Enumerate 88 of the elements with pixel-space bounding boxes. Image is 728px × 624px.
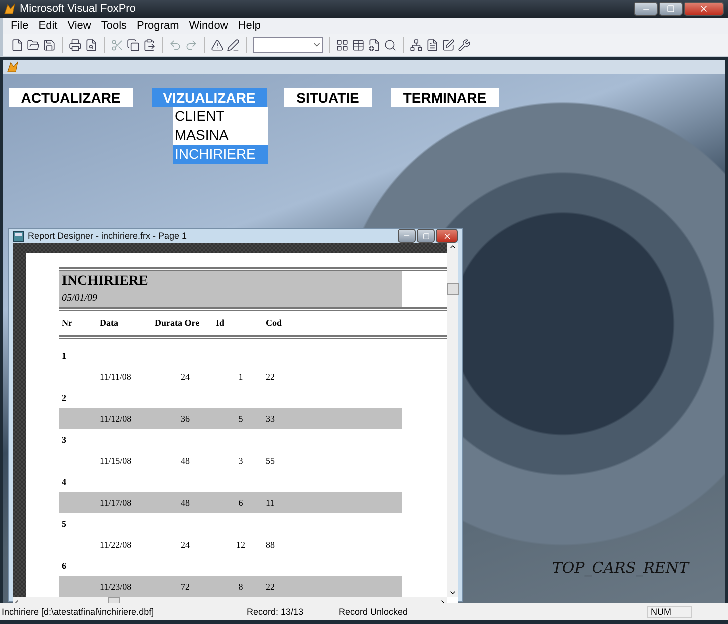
- table-icon[interactable]: [352, 38, 365, 52]
- table-cell-text: 48: [180, 498, 191, 508]
- scroll-down-icon[interactable]: [448, 589, 456, 597]
- status-file: Inchiriere [d:\atestatfinal\inchiriere.dbf]: [1, 606, 156, 616]
- table-cell-text: 11/22/08: [100, 540, 133, 550]
- table-cell-text: 11/11/08: [100, 372, 132, 382]
- minimize-button[interactable]: [398, 229, 416, 243]
- exclamation-icon[interactable]: [211, 38, 224, 52]
- report-icon: [13, 230, 24, 242]
- menu-item[interactable]: Help: [233, 20, 266, 32]
- table-cell-text: 11: [266, 498, 276, 508]
- table-cell-text: 11/12/08: [100, 414, 133, 424]
- table-cell-text: 36: [180, 414, 191, 424]
- brand-text: TOP_CARS_RENT: [552, 559, 689, 577]
- column-header: Cod: [266, 318, 284, 328]
- search-icon[interactable]: [384, 38, 397, 52]
- report-date: 05/01/09: [62, 293, 99, 304]
- maximize-icon: [422, 232, 430, 240]
- column-header: Durata Ore: [155, 318, 201, 328]
- folder-icon[interactable]: [27, 38, 40, 52]
- table-cell-text: 1: [238, 372, 244, 382]
- table-cell-text: 5: [238, 414, 244, 424]
- menu-button[interactable]: TERMINARE: [391, 88, 499, 107]
- table-cell-text: 33: [266, 414, 276, 424]
- status-record: Record: 13/13: [247, 606, 305, 616]
- table-cell-text: 55: [266, 456, 276, 466]
- maximize-icon: [667, 5, 675, 13]
- vertical-scrollbar[interactable]: [447, 243, 458, 597]
- table-cell-text: 22: [266, 582, 276, 592]
- menu-item[interactable]: File: [6, 20, 34, 32]
- close-icon: [442, 232, 452, 240]
- app-logo-icon: [4, 3, 16, 15]
- table-cell-text: 22: [266, 372, 276, 382]
- table-cell-text: 3: [238, 456, 244, 466]
- form-icon[interactable]: [368, 38, 381, 52]
- table-cell-text: 11/15/08: [100, 456, 133, 466]
- tools-icon[interactable]: [458, 38, 471, 52]
- status-lock: Record Unlocked: [339, 606, 410, 616]
- window-title: Microsoft Visual FoxPro: [20, 3, 137, 15]
- menu-item[interactable]: Window: [184, 20, 234, 32]
- scroll-up-icon[interactable]: [448, 243, 456, 251]
- menu-button[interactable]: ACTUALIZARE: [9, 88, 133, 107]
- minimize-button[interactable]: [634, 2, 658, 16]
- menu-button[interactable]: SITUATIE: [284, 88, 372, 107]
- record-number: 4: [62, 476, 68, 486]
- close-icon: [699, 4, 709, 14]
- status-num: NUM: [647, 606, 692, 618]
- maximize-button[interactable]: [659, 2, 683, 16]
- print-preview-icon[interactable]: [85, 38, 98, 52]
- table-cell-text: 72: [180, 582, 191, 592]
- report-window-title: Report Designer - inchiriere.frx - Page 1: [28, 231, 188, 241]
- new-file-icon[interactable]: [11, 38, 24, 52]
- table-cell-text: 6: [238, 498, 244, 508]
- table-cell-text: 11/23/08: [100, 582, 133, 592]
- column-header: Data: [100, 318, 120, 328]
- table-cell-text: 24: [180, 540, 191, 550]
- pen-icon[interactable]: [227, 38, 240, 52]
- report-title: INCHIRIERE: [62, 274, 150, 290]
- copy-icon[interactable]: [127, 38, 140, 52]
- table-cell-text: 12: [236, 540, 246, 550]
- maximize-button[interactable]: [417, 229, 435, 243]
- printer-icon[interactable]: [69, 38, 82, 52]
- menu-item[interactable]: Edit: [34, 20, 63, 32]
- table-cell-text: 11/17/08: [100, 498, 133, 508]
- scroll-thumb[interactable]: [447, 283, 459, 295]
- save-icon[interactable]: [43, 38, 56, 52]
- menu-item[interactable]: View: [62, 20, 96, 32]
- column-header: Nr: [62, 318, 74, 328]
- table-cell-text: 48: [180, 456, 191, 466]
- paste-icon[interactable]: [143, 38, 156, 52]
- column-header: Id: [216, 318, 226, 328]
- edit-icon[interactable]: [442, 38, 455, 52]
- record-number: 6: [62, 560, 68, 570]
- close-button[interactable]: [436, 229, 458, 243]
- dropdown-field[interactable]: [253, 37, 323, 53]
- table-cell-text: 8: [238, 582, 244, 592]
- menu-item[interactable]: Tools: [96, 20, 132, 32]
- menu-item[interactable]: Program: [132, 20, 184, 32]
- close-button[interactable]: [684, 2, 724, 16]
- table-cell-text: 88: [266, 540, 276, 550]
- connector-icon[interactable]: [410, 38, 423, 52]
- record-number: 3: [62, 434, 68, 444]
- record-number: 2: [62, 392, 68, 402]
- record-number: 1: [62, 350, 68, 360]
- record-number: 5: [62, 518, 68, 528]
- document-icon[interactable]: [426, 38, 439, 52]
- grid-icon[interactable]: [336, 38, 349, 52]
- table-cell-text: 24: [180, 372, 191, 382]
